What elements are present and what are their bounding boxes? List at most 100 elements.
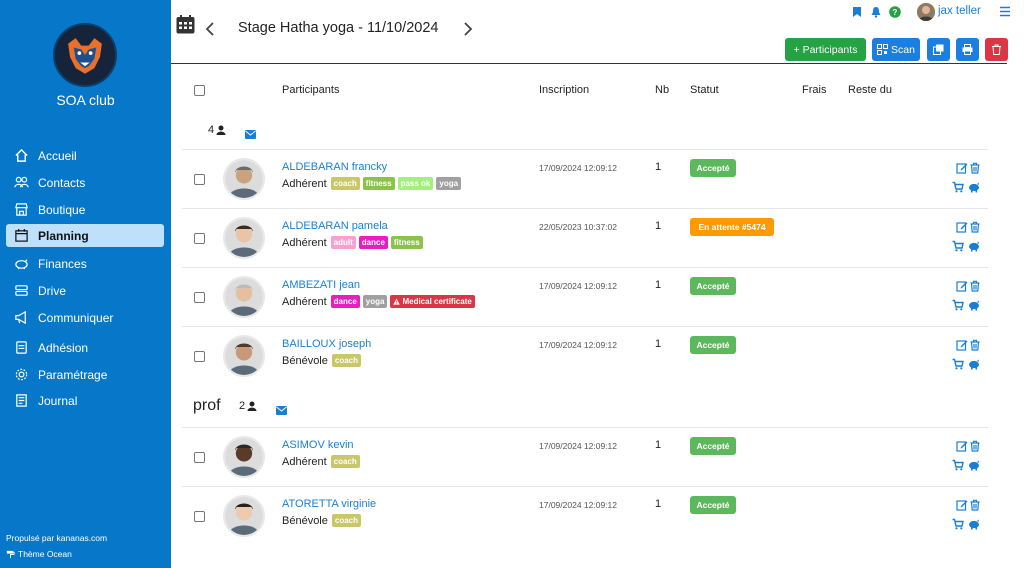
column-reste-du[interactable]: Reste du — [848, 84, 892, 96]
add-participants-button[interactable]: + Participants — [785, 38, 866, 61]
trash-icon[interactable] — [969, 279, 981, 292]
participant-name[interactable]: ALDEBARAN pamela — [282, 220, 388, 232]
role-label: Adhérent — [282, 177, 327, 190]
edit-icon[interactable] — [956, 279, 968, 292]
delete-button[interactable] — [985, 38, 1008, 61]
sidebar-item-boutique[interactable]: Boutique — [6, 198, 164, 221]
participant-role: Adhérent coach — [282, 455, 360, 468]
user-avatar[interactable] — [917, 3, 935, 21]
row-checkbox[interactable] — [194, 174, 205, 185]
piggy-bank-icon[interactable] — [968, 239, 980, 252]
avatar[interactable] — [223, 335, 265, 377]
sidebar-item-communiquer[interactable]: Communiquer — [6, 306, 164, 329]
chevron-right-icon[interactable] — [463, 21, 473, 37]
participant-name[interactable]: ATORETTA virginie — [282, 498, 376, 510]
row-checkbox[interactable] — [194, 233, 205, 244]
edit-icon[interactable] — [956, 161, 968, 174]
trash-icon[interactable] — [969, 498, 981, 511]
sidebar-item-adhesion[interactable]: Adhésion — [6, 336, 164, 359]
participant-name[interactable]: ASIMOV kevin — [282, 439, 354, 451]
cart-icon[interactable] — [952, 239, 964, 252]
theme-selector[interactable]: Thème Ocean — [6, 549, 72, 559]
user-name[interactable]: jax teller — [938, 5, 981, 17]
calendar-icon[interactable] — [176, 15, 195, 34]
participant-name[interactable]: BAILLOUX joseph — [282, 338, 371, 350]
users-icon — [14, 176, 29, 188]
piggy-bank-icon[interactable] — [968, 180, 980, 193]
piggy-bank-icon[interactable] — [968, 517, 980, 530]
cart-icon[interactable] — [952, 458, 964, 471]
tag-badge: pass ok — [397, 177, 434, 190]
participant-role: Adhérent dance yoga Medical certificate — [282, 295, 475, 308]
inscription-date: 17/09/2024 12:09:12 — [539, 163, 617, 173]
scan-button[interactable]: Scan — [872, 38, 920, 61]
club-logo[interactable] — [53, 23, 117, 87]
select-all-checkbox[interactable] — [194, 85, 205, 96]
tag-badge: fitness — [390, 236, 423, 249]
inscription-date: 17/09/2024 12:09:12 — [539, 500, 617, 510]
column-statut[interactable]: Statut — [690, 84, 719, 96]
edit-icon[interactable] — [956, 439, 968, 452]
group-name: prof — [193, 397, 221, 414]
sidebar-item-label: Accueil — [38, 148, 77, 163]
row-checkbox[interactable] — [194, 351, 205, 362]
piggy-bank-icon[interactable] — [968, 298, 980, 311]
sidebar-item-planning[interactable]: Planning — [6, 224, 164, 247]
cart-icon[interactable] — [952, 517, 964, 530]
row-checkbox[interactable] — [194, 292, 205, 303]
column-frais[interactable]: Frais — [802, 84, 826, 96]
print-button[interactable] — [956, 38, 979, 61]
inscription-date: 17/09/2024 12:09:12 — [539, 441, 617, 451]
help-icon[interactable]: ? — [889, 6, 901, 18]
participant-role: Adhérent coach fitness pass ok yoga — [282, 177, 462, 190]
group-count: 4 — [208, 124, 226, 136]
bookmark-icon[interactable] — [851, 6, 863, 18]
tag-badge: yoga — [362, 295, 388, 308]
mail-icon[interactable] — [245, 126, 256, 139]
duplicate-button[interactable] — [927, 38, 950, 61]
column-nb[interactable]: Nb — [655, 84, 669, 96]
edit-icon[interactable] — [956, 338, 968, 351]
trash-icon[interactable] — [969, 220, 981, 233]
tag-badge: coach — [331, 514, 361, 527]
sidebar-item-label: Finances — [38, 256, 87, 271]
sidebar-item-journal[interactable]: Journal — [6, 389, 164, 412]
piggy-bank-icon[interactable] — [968, 458, 980, 471]
avatar[interactable] — [223, 158, 265, 200]
cart-icon[interactable] — [952, 357, 964, 370]
avatar[interactable] — [223, 217, 265, 259]
trash-icon[interactable] — [969, 338, 981, 351]
cart-icon[interactable] — [952, 298, 964, 311]
avatar[interactable] — [223, 276, 265, 318]
piggy-bank-icon[interactable] — [968, 357, 980, 370]
trash-icon[interactable] — [969, 161, 981, 174]
mail-icon[interactable] — [276, 402, 287, 415]
sidebar-item-contacts[interactable]: Contacts — [6, 171, 164, 194]
warning-icon — [393, 298, 401, 305]
cart-icon[interactable] — [952, 180, 964, 193]
trash-icon[interactable] — [969, 439, 981, 452]
edit-icon[interactable] — [956, 498, 968, 511]
home-icon — [15, 148, 28, 162]
avatar[interactable] — [223, 495, 265, 537]
sidebar-item-accueil[interactable]: Accueil — [6, 144, 164, 167]
chevron-left-icon[interactable] — [205, 21, 215, 37]
avatar[interactable] — [223, 436, 265, 478]
sidebar-item-finances[interactable]: Finances — [6, 252, 164, 275]
card-icon — [16, 341, 27, 354]
powered-by-link[interactable]: Propulsé par kananas.com — [6, 533, 107, 543]
status-badge: Accepté — [690, 336, 736, 354]
store-icon — [15, 203, 28, 216]
bell-icon[interactable] — [870, 6, 882, 18]
sidebar-item-parametrage[interactable]: Paramétrage — [6, 363, 164, 386]
edit-icon[interactable] — [956, 220, 968, 233]
sidebar-item-drive[interactable]: Drive — [6, 279, 164, 302]
hamburger-menu-icon[interactable] — [999, 6, 1011, 17]
column-inscription[interactable]: Inscription — [539, 84, 589, 96]
row-checkbox[interactable] — [194, 511, 205, 522]
participant-name[interactable]: AMBEZATI jean — [282, 279, 360, 291]
participant-name[interactable]: ALDEBARAN francky — [282, 161, 387, 173]
tag-badge: dance — [330, 295, 360, 308]
row-checkbox[interactable] — [194, 452, 205, 463]
column-participants[interactable]: Participants — [282, 84, 339, 96]
